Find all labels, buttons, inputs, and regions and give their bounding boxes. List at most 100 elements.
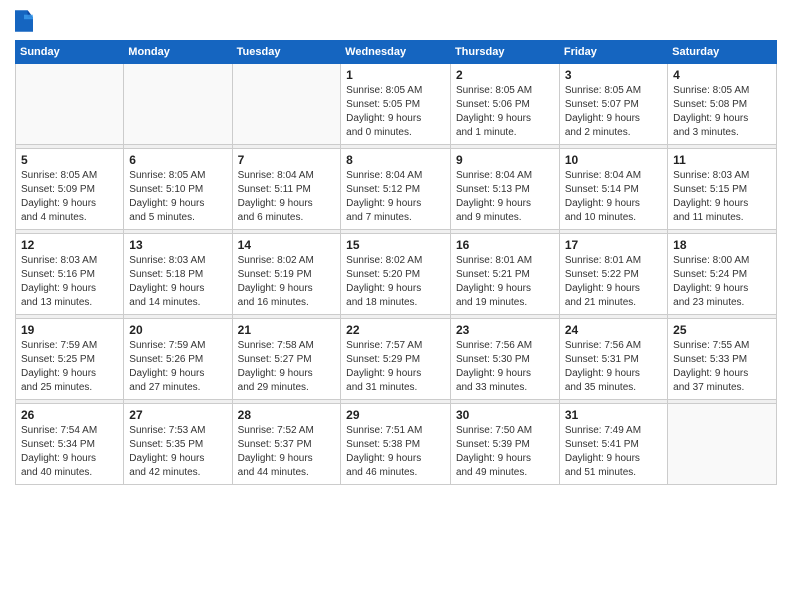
day-cell: 21Sunrise: 7:58 AM Sunset: 5:27 PM Dayli… — [232, 319, 341, 400]
day-info: Sunrise: 7:59 AM Sunset: 5:26 PM Dayligh… — [129, 339, 226, 395]
day-info: Sunrise: 7:50 AM Sunset: 5:39 PM Dayligh… — [456, 424, 554, 480]
day-number: 2 — [456, 68, 554, 82]
day-cell: 19Sunrise: 7:59 AM Sunset: 5:25 PM Dayli… — [16, 319, 124, 400]
day-cell — [668, 404, 777, 485]
day-number: 29 — [346, 408, 445, 422]
day-info: Sunrise: 8:04 AM Sunset: 5:12 PM Dayligh… — [346, 169, 445, 225]
day-cell — [124, 64, 232, 145]
day-cell: 8 Sunrise: 8:04 AM Sunset: 5:12 PM Daylig… — [341, 149, 451, 230]
week-row-1: 5 Sunrise: 8:05 AM Sunset: 5:09 PM Daylig… — [16, 149, 777, 230]
day-number: 20 — [129, 323, 226, 337]
day-number: 9 — [456, 153, 554, 167]
day-number: 18 — [673, 238, 771, 252]
day-cell: 4 Sunrise: 8:05 AM Sunset: 5:08 PM Daylig… — [668, 64, 777, 145]
day-number: 13 — [129, 238, 226, 252]
day-cell: 15Sunrise: 8:02 AM Sunset: 5:20 PM Dayli… — [341, 234, 451, 315]
day-number: 8 — [346, 153, 445, 167]
day-info: Sunrise: 8:05 AM Sunset: 5:10 PM Dayligh… — [129, 169, 226, 225]
calendar-table: SundayMondayTuesdayWednesdayThursdayFrid… — [15, 40, 777, 485]
day-cell: 10 Sunrise: 8:04 AM Sunset: 5:14 PM Dayli… — [559, 149, 667, 230]
day-number: 23 — [456, 323, 554, 337]
day-cell: 18 Sunrise: 8:00 AM Sunset: 5:24 PM Dayli… — [668, 234, 777, 315]
day-info: Sunrise: 8:05 AM Sunset: 5:09 PM Dayligh… — [21, 169, 118, 225]
day-number: 3 — [565, 68, 662, 82]
day-cell: 3 Sunrise: 8:05 AM Sunset: 5:07 PM Daylig… — [559, 64, 667, 145]
day-number: 6 — [129, 153, 226, 167]
day-cell: 6 Sunrise: 8:05 AM Sunset: 5:10 PM Daylig… — [124, 149, 232, 230]
day-info: Sunrise: 7:54 AM Sunset: 5:34 PM Dayligh… — [21, 424, 118, 480]
day-info: Sunrise: 8:03 AM Sunset: 5:15 PM Dayligh… — [673, 169, 771, 225]
weekday-header-wednesday: Wednesday — [341, 41, 451, 64]
weekday-header-monday: Monday — [124, 41, 232, 64]
day-info: Sunrise: 7:57 AM Sunset: 5:29 PM Dayligh… — [346, 339, 445, 395]
day-number: 5 — [21, 153, 118, 167]
day-number: 12 — [21, 238, 118, 252]
day-cell: 12 Sunrise: 8:03 AM Sunset: 5:16 PM Dayli… — [16, 234, 124, 315]
day-cell: 14Sunrise: 8:02 AM Sunset: 5:19 PM Dayli… — [232, 234, 341, 315]
weekday-header-saturday: Saturday — [668, 41, 777, 64]
day-info: Sunrise: 7:53 AM Sunset: 5:35 PM Dayligh… — [129, 424, 226, 480]
day-info: Sunrise: 7:58 AM Sunset: 5:27 PM Dayligh… — [238, 339, 336, 395]
day-cell — [232, 64, 341, 145]
weekday-header-sunday: Sunday — [16, 41, 124, 64]
day-info: Sunrise: 8:05 AM Sunset: 5:08 PM Dayligh… — [673, 84, 771, 140]
day-info: Sunrise: 7:56 AM Sunset: 5:31 PM Dayligh… — [565, 339, 662, 395]
day-info: Sunrise: 7:51 AM Sunset: 5:38 PM Dayligh… — [346, 424, 445, 480]
day-cell: 30 Sunrise: 7:50 AM Sunset: 5:39 PM Dayli… — [450, 404, 559, 485]
day-number: 28 — [238, 408, 336, 422]
weekday-header-thursday: Thursday — [450, 41, 559, 64]
day-cell: 25Sunrise: 7:55 AM Sunset: 5:33 PM Dayli… — [668, 319, 777, 400]
page: SundayMondayTuesdayWednesdayThursdayFrid… — [0, 0, 792, 612]
day-info: Sunrise: 7:49 AM Sunset: 5:41 PM Dayligh… — [565, 424, 662, 480]
day-info: Sunrise: 7:52 AM Sunset: 5:37 PM Dayligh… — [238, 424, 336, 480]
day-number: 31 — [565, 408, 662, 422]
day-cell: 16 Sunrise: 8:01 AM Sunset: 5:21 PM Dayli… — [450, 234, 559, 315]
day-info: Sunrise: 8:05 AM Sunset: 5:07 PM Dayligh… — [565, 84, 662, 140]
day-number: 1 — [346, 68, 445, 82]
day-number: 15 — [346, 238, 445, 252]
day-number: 11 — [673, 153, 771, 167]
week-row-4: 26 Sunrise: 7:54 AM Sunset: 5:34 PM Dayli… — [16, 404, 777, 485]
day-number: 14 — [238, 238, 336, 252]
day-info: Sunrise: 8:03 AM Sunset: 5:18 PM Dayligh… — [129, 254, 226, 310]
week-row-3: 19Sunrise: 7:59 AM Sunset: 5:25 PM Dayli… — [16, 319, 777, 400]
day-number: 10 — [565, 153, 662, 167]
day-number: 24 — [565, 323, 662, 337]
week-row-2: 12 Sunrise: 8:03 AM Sunset: 5:16 PM Dayli… — [16, 234, 777, 315]
day-info: Sunrise: 8:01 AM Sunset: 5:22 PM Dayligh… — [565, 254, 662, 310]
day-cell — [16, 64, 124, 145]
day-cell: 1 Sunrise: 8:05 AM Sunset: 5:05 PM Daylig… — [341, 64, 451, 145]
day-info: Sunrise: 7:56 AM Sunset: 5:30 PM Dayligh… — [456, 339, 554, 395]
day-cell: 24 Sunrise: 7:56 AM Sunset: 5:31 PM Dayli… — [559, 319, 667, 400]
day-cell: 31 Sunrise: 7:49 AM Sunset: 5:41 PM Dayli… — [559, 404, 667, 485]
day-number: 19 — [21, 323, 118, 337]
day-cell: 26 Sunrise: 7:54 AM Sunset: 5:34 PM Dayli… — [16, 404, 124, 485]
day-info: Sunrise: 8:01 AM Sunset: 5:21 PM Dayligh… — [456, 254, 554, 310]
weekday-header-friday: Friday — [559, 41, 667, 64]
day-cell: 17Sunrise: 8:01 AM Sunset: 5:22 PM Dayli… — [559, 234, 667, 315]
day-cell: 7 Sunrise: 8:04 AM Sunset: 5:11 PM Daylig… — [232, 149, 341, 230]
day-info: Sunrise: 8:05 AM Sunset: 5:06 PM Dayligh… — [456, 84, 554, 140]
day-cell: 27Sunrise: 7:53 AM Sunset: 5:35 PM Dayli… — [124, 404, 232, 485]
day-number: 4 — [673, 68, 771, 82]
day-number: 7 — [238, 153, 336, 167]
weekday-header-tuesday: Tuesday — [232, 41, 341, 64]
day-cell: 28 Sunrise: 7:52 AM Sunset: 5:37 PM Dayli… — [232, 404, 341, 485]
day-info: Sunrise: 8:03 AM Sunset: 5:16 PM Dayligh… — [21, 254, 118, 310]
day-cell: 2 Sunrise: 8:05 AM Sunset: 5:06 PM Daylig… — [450, 64, 559, 145]
day-cell: 22Sunrise: 7:57 AM Sunset: 5:29 PM Dayli… — [341, 319, 451, 400]
day-info: Sunrise: 8:00 AM Sunset: 5:24 PM Dayligh… — [673, 254, 771, 310]
day-info: Sunrise: 8:04 AM Sunset: 5:14 PM Dayligh… — [565, 169, 662, 225]
day-info: Sunrise: 8:04 AM Sunset: 5:11 PM Dayligh… — [238, 169, 336, 225]
day-info: Sunrise: 7:55 AM Sunset: 5:33 PM Dayligh… — [673, 339, 771, 395]
day-cell: 20 Sunrise: 7:59 AM Sunset: 5:26 PM Dayli… — [124, 319, 232, 400]
day-cell: 29 Sunrise: 7:51 AM Sunset: 5:38 PM Dayli… — [341, 404, 451, 485]
day-info: Sunrise: 8:04 AM Sunset: 5:13 PM Dayligh… — [456, 169, 554, 225]
logo-icon — [15, 10, 33, 32]
day-info: Sunrise: 8:05 AM Sunset: 5:05 PM Dayligh… — [346, 84, 445, 140]
week-row-0: 1 Sunrise: 8:05 AM Sunset: 5:05 PM Daylig… — [16, 64, 777, 145]
day-number: 30 — [456, 408, 554, 422]
day-number: 16 — [456, 238, 554, 252]
day-number: 26 — [21, 408, 118, 422]
day-cell: 9 Sunrise: 8:04 AM Sunset: 5:13 PM Daylig… — [450, 149, 559, 230]
